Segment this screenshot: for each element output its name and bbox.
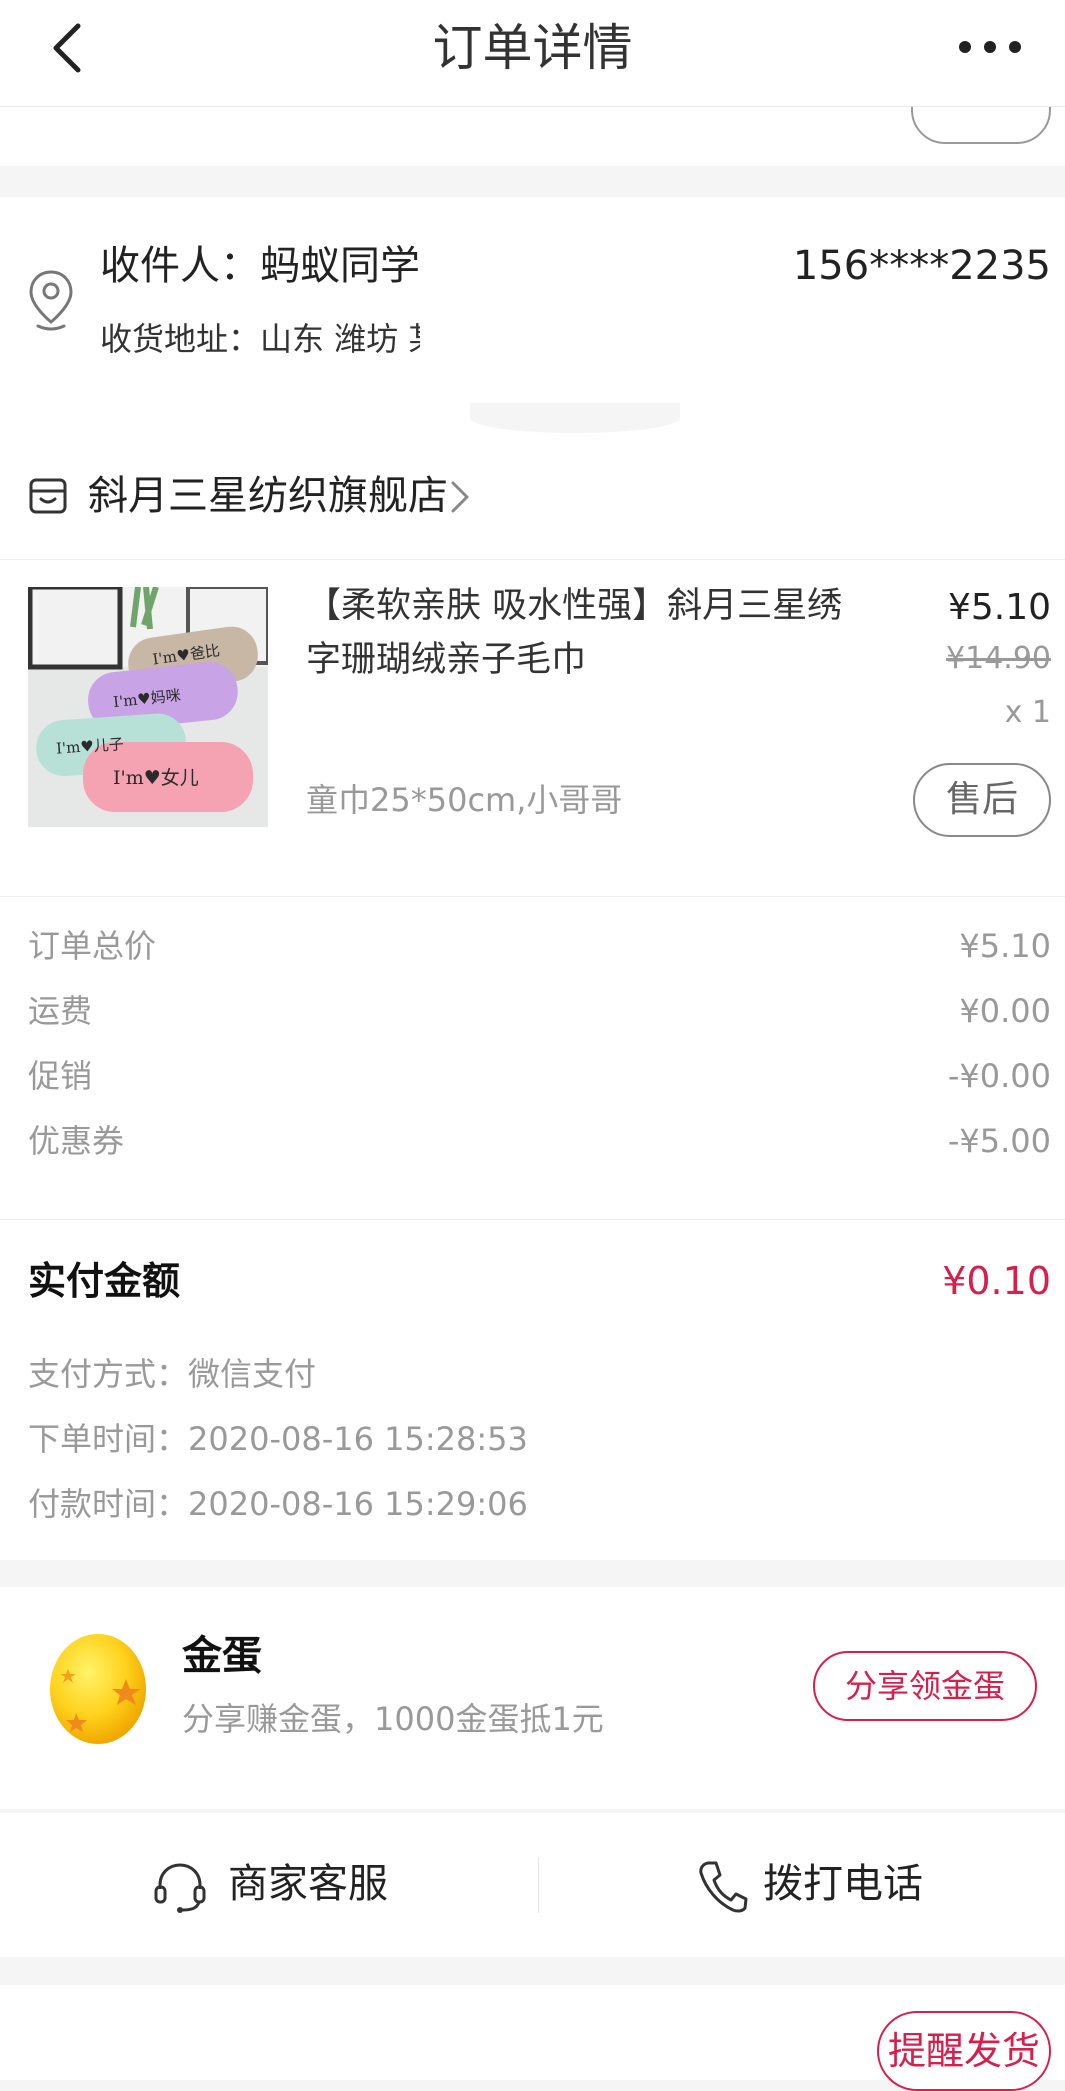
bottom-action-bar: 提醒发货: [0, 1985, 1065, 2091]
egg-desc: 分享赚金蛋，1000金蛋抵1元: [182, 1700, 604, 1738]
towel-label-4: I'm♥女儿: [113, 767, 199, 789]
call-phone-label: 拨打电话: [763, 1861, 923, 1907]
clipped-status-section: [0, 106, 1065, 166]
product-original-price: ¥14.90: [946, 641, 1051, 676]
summary-label: 运费: [28, 992, 93, 1030]
product-title: 【柔软亲肤 吸水性强】斜月三星绣字珊瑚绒亲子毛巾: [306, 586, 843, 680]
merchant-service-button[interactable]: 商家客服: [0, 1813, 532, 1957]
product-price: ¥5.10: [947, 587, 1051, 628]
summary-value: -¥5.00: [947, 1122, 1051, 1160]
summary-label: 优惠券: [28, 1122, 125, 1160]
location-pin-icon: [29, 270, 73, 331]
paid-amount-label: 实付金额: [28, 1259, 181, 1303]
product-quantity: x 1: [1004, 695, 1051, 730]
service-row: 商家客服 拨打电话: [0, 1813, 1065, 1957]
page-title: 订单详情: [432, 19, 633, 77]
summary-label: 促销: [28, 1057, 93, 1095]
gold-egg-card: 金蛋 分享赚金蛋，1000金蛋抵1元 分享领金蛋: [0, 1587, 1065, 1809]
summary-row: 优惠券 -¥5.00: [28, 1111, 1051, 1171]
call-phone-button[interactable]: 拨打电话: [533, 1813, 1065, 1957]
summary-row: 促销 -¥0.00: [28, 1046, 1051, 1106]
summary-value: ¥5.10: [959, 927, 1051, 965]
after-sale-button[interactable]: 售后: [913, 763, 1051, 837]
payment-section: 实付金额 ¥0.10 支付方式：微信支付 下单时间：2020-08-16 15:…: [0, 1219, 1065, 1560]
summary-row: 运费 ¥0.00: [28, 981, 1051, 1041]
summary-value: ¥0.00: [959, 992, 1051, 1030]
product-image[interactable]: I'm♥爸比 I'm♥妈咪 I'm♥儿子 I'm♥女儿: [28, 587, 268, 827]
address-notch-decoration: [470, 403, 680, 433]
chevron-right-icon: [451, 481, 469, 513]
shipping-address: 收货地址：山东 潍坊 某: [100, 320, 420, 358]
summary-label: 订单总价: [28, 927, 157, 965]
egg-title: 金蛋: [182, 1633, 262, 1679]
nav-header: 订单详情: [0, 0, 1065, 107]
merchant-service-label: 商家客服: [228, 1861, 388, 1907]
summary-row: 订单总价 ¥5.10: [28, 916, 1051, 976]
recipient-phone: 156****2235: [792, 243, 1051, 289]
store-name: 斜月三星纺织旗舰店: [88, 473, 448, 519]
copy-button[interactable]: [911, 106, 1051, 144]
price-summary: 订单总价 ¥5.10 运费 ¥0.00 促销 -¥0.00 优惠券 -¥5.00: [0, 896, 1065, 1220]
address-card[interactable]: 收件人：蚂蚁同学 156****2235 收货地址：山东 潍坊 某: [0, 197, 1065, 433]
gold-egg-icon: [50, 1634, 146, 1744]
paid-amount-value: ¥0.10: [942, 1259, 1051, 1303]
headset-icon: [154, 1863, 206, 1913]
pay-time: 付款时间：2020-08-16 15:29:06: [28, 1485, 528, 1523]
order-time: 下单时间：2020-08-16 15:28:53: [28, 1420, 528, 1458]
more-icon[interactable]: [955, 30, 1025, 64]
remind-ship-button[interactable]: 提醒发货: [877, 2011, 1051, 2091]
shop-icon: [29, 478, 67, 514]
store-row[interactable]: 斜月三星纺织旗舰店: [0, 433, 1065, 560]
payment-method: 支付方式：微信支付: [28, 1355, 317, 1393]
phone-icon: [699, 1861, 748, 1913]
share-egg-button[interactable]: 分享领金蛋: [813, 1651, 1037, 1721]
summary-value: -¥0.00: [947, 1057, 1051, 1095]
recipient-name: 收件人：蚂蚁同学: [100, 243, 420, 289]
order-card: 斜月三星纺织旗舰店 I'm♥爸比 I'm♥妈咪 I'm♥儿子 I'm♥女儿 【柔…: [0, 433, 1065, 1560]
product-item[interactable]: I'm♥爸比 I'm♥妈咪 I'm♥儿子 I'm♥女儿 【柔软亲肤 吸水性强】斜…: [0, 559, 1065, 897]
product-spec: 童巾25*50cm,小哥哥: [306, 781, 623, 819]
